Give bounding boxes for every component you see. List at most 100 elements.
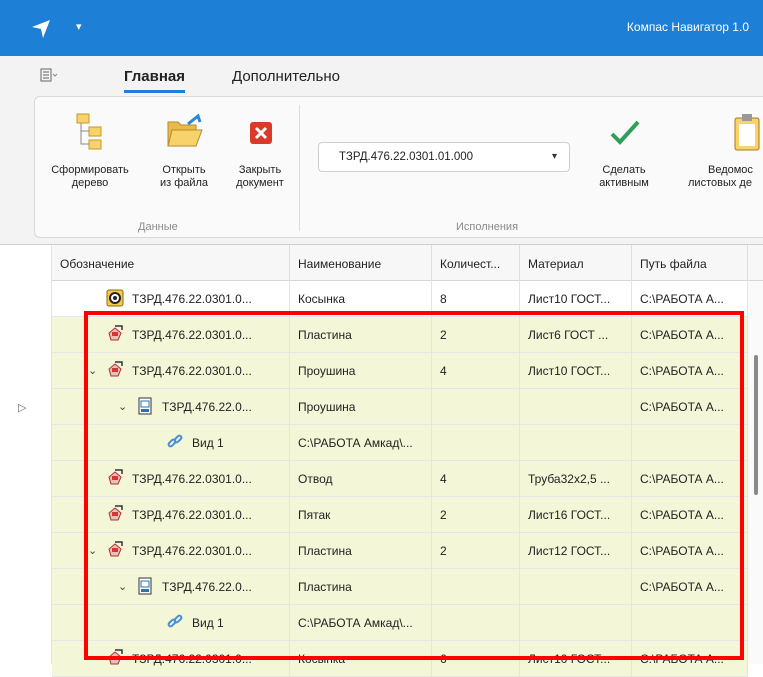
link-icon: [166, 433, 184, 451]
designation-text: ТЗРД.476.22.0301.0...: [132, 292, 252, 306]
cell-quantity: [432, 389, 520, 425]
cell-designation: ТЗРД.476.22.0301.0...: [52, 497, 290, 533]
cell-name: Отвод: [290, 461, 432, 497]
cell-quantity: 6: [432, 641, 520, 677]
cell-quantity: 8: [432, 281, 520, 317]
cell-name: Пятак: [290, 497, 432, 533]
part-icon: [106, 649, 124, 667]
designation-text: Вид 1: [192, 616, 224, 630]
cell-quantity: 4: [432, 353, 520, 389]
current-row-indicator-icon: ▷: [18, 402, 27, 414]
chevron-down-icon: ▾: [551, 151, 557, 162]
column-header-material[interactable]: Материал: [520, 245, 632, 281]
table-row[interactable]: ⌄ ТЗРД.476.22.0... Проушина C:\РАБОТА А...: [52, 389, 748, 425]
tab-additional[interactable]: Дополнительно: [232, 68, 340, 85]
cell-name: C:\РАБОТА Амкад\...: [290, 605, 432, 641]
expand-chevron-icon[interactable]: ⌄: [118, 400, 127, 413]
checkmark-icon: [582, 112, 666, 156]
table-row[interactable]: ТЗРД.476.22.0301.0... Пластина 2 Лист6 ГОСТ…: [52, 317, 748, 353]
cell-material: Лист10 ГОСТ...: [520, 281, 632, 317]
table-row[interactable]: ⌄ ТЗРД.476.22.0301.0... Пластина 2 Лист12 ГО…: [52, 533, 748, 569]
cell-material: Лист10 ГОСТ...: [520, 641, 632, 677]
column-header-designation[interactable]: Обозначение: [52, 245, 290, 281]
cell-designation: Вид 1: [52, 605, 290, 641]
grid-header: Обозначение Наименование Количест... Мат…: [52, 245, 763, 281]
cell-material: Лист10 ГОСТ...: [520, 353, 632, 389]
expand-chevron-icon[interactable]: ⌄: [88, 544, 97, 557]
link-icon: [166, 613, 184, 631]
group-label-variants: Исполнения: [456, 221, 519, 233]
make-active-button[interactable]: Сделать активным: [582, 112, 666, 190]
cell-material: [520, 605, 632, 641]
cell-file-path: C:\РАБОТА А...: [632, 641, 748, 677]
open-from-file-button[interactable]: Открыть из файла: [152, 112, 216, 190]
build-tree-button[interactable]: Сформировать дерево: [44, 112, 136, 190]
table-row[interactable]: ТЗРД.476.22.0301.0... Косынка 8 Лист10 ГОСТ…: [52, 281, 748, 317]
cell-designation: ⌄ ТЗРД.476.22.0301.0...: [52, 353, 290, 389]
cell-quantity: 4: [432, 461, 520, 497]
cell-material: Лист16 ГОСТ...: [520, 497, 632, 533]
part-icon: [106, 361, 124, 379]
cell-name: Пластина: [290, 533, 432, 569]
cell-file-path: C:\РАБОТА А...: [632, 461, 748, 497]
table-row[interactable]: ⌄ ТЗРД.476.22.0... Пластина C:\РАБОТА А...: [52, 569, 748, 605]
tab-main[interactable]: Главная: [124, 68, 186, 93]
cell-designation: ⌄ ТЗРД.476.22.0301.0...: [52, 533, 290, 569]
part-icon: [106, 541, 124, 559]
cell-name: Проушина: [290, 353, 432, 389]
column-header-quantity[interactable]: Количест...: [432, 245, 520, 281]
cell-name: Косынка: [290, 281, 432, 317]
cell-file-path: C:\РАБОТА А...: [632, 317, 748, 353]
close-document-button[interactable]: Закрыть документ: [228, 112, 292, 190]
table-row[interactable]: ⌄ ТЗРД.476.22.0301.0... Проушина 4 Лист10 ГО…: [52, 353, 748, 389]
table-row[interactable]: ТЗРД.476.22.0301.0... Отвод 4 Труба32х2,5 .…: [52, 461, 748, 497]
quick-access-dropdown[interactable]: ▾: [76, 20, 82, 33]
ribbon-tab-row: Главная Дополнительно: [0, 56, 763, 96]
column-header-file-path[interactable]: Путь файла: [632, 245, 748, 281]
cell-designation: ТЗРД.476.22.0301.0...: [52, 281, 290, 317]
cell-file-path: C:\РАБОТА А...: [632, 353, 748, 389]
tree-grid: ▷ Обозначение Наименование Количест... М…: [0, 244, 763, 677]
part-icon: [106, 325, 124, 343]
table-row[interactable]: Вид 1 C:\РАБОТА Амкад\...: [52, 425, 748, 461]
cell-file-path: C:\РАБОТА А...: [632, 533, 748, 569]
cell-file-path: C:\РАБОТА А...: [632, 569, 748, 605]
table-row[interactable]: Вид 1 C:\РАБОТА Амкад\...: [52, 605, 748, 641]
table-row[interactable]: ТЗРД.476.22.0301.0... Пятак 2 Лист16 ГОСТ..…: [52, 497, 748, 533]
scrollbar-thumb[interactable]: [754, 355, 758, 495]
drawing-icon: [136, 397, 154, 415]
cell-file-path: C:\РАБОТА А...: [632, 497, 748, 533]
designation-text: ТЗРД.476.22.0301.0...: [132, 364, 252, 378]
cell-material: Труба32х2,5 ...: [520, 461, 632, 497]
open-folder-icon: [152, 112, 216, 156]
cell-quantity: [432, 425, 520, 461]
expand-chevron-icon[interactable]: ⌄: [118, 580, 127, 593]
cell-quantity: 2: [432, 497, 520, 533]
cell-quantity: 2: [432, 317, 520, 353]
cell-designation: Вид 1: [52, 425, 290, 461]
cell-quantity: [432, 605, 520, 641]
clipboard-icon: [732, 112, 763, 156]
group-label-data: Данные: [138, 221, 178, 233]
app-menu-icon[interactable]: [40, 68, 58, 85]
designation-text: Вид 1: [192, 436, 224, 450]
cell-designation: ⌄ ТЗРД.476.22.0...: [52, 389, 290, 425]
column-header-name[interactable]: Наименование: [290, 245, 432, 281]
cell-name: Пластина: [290, 317, 432, 353]
cell-material: Лист12 ГОСТ...: [520, 533, 632, 569]
cell-file-path: C:\РАБОТА А...: [632, 281, 748, 317]
drawing-icon: [136, 577, 154, 595]
cell-name: Проушина: [290, 389, 432, 425]
cell-designation: ТЗРД.476.22.0301.0...: [52, 317, 290, 353]
cell-material: Лист6 ГОСТ ...: [520, 317, 632, 353]
app-title: Компас Навигатор 1.0: [626, 20, 749, 34]
assembly-icon: [106, 289, 124, 307]
variant-select[interactable]: ТЗРД.476.22.0301.01.000 ▾: [318, 142, 570, 172]
cell-name: Косынка: [290, 641, 432, 677]
part-icon: [106, 505, 124, 523]
designation-text: ТЗРД.476.22.0301.0...: [132, 508, 252, 522]
table-row[interactable]: ТЗРД.476.22.0301.0... Косынка 6 Лист10 ГОСТ…: [52, 641, 748, 677]
sheet-parts-list-button[interactable]: Ведомос листовых де: [676, 112, 763, 190]
expand-chevron-icon[interactable]: ⌄: [88, 364, 97, 377]
cell-designation: ТЗРД.476.22.0301.0...: [52, 641, 290, 677]
